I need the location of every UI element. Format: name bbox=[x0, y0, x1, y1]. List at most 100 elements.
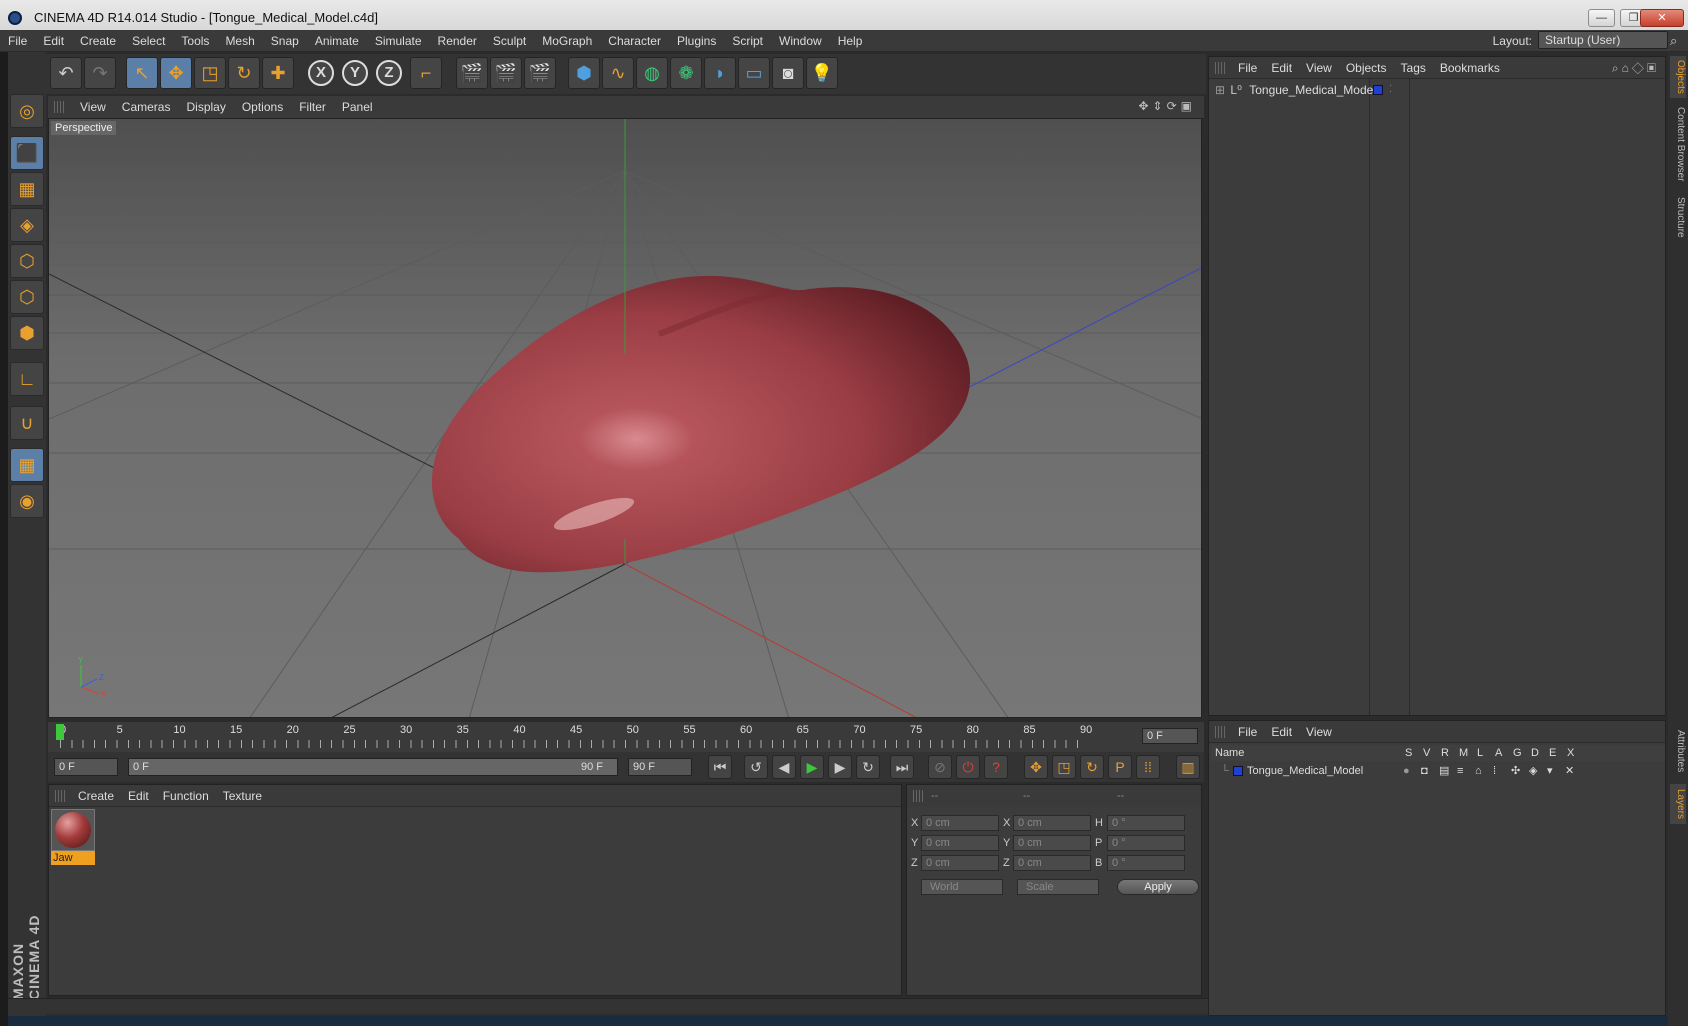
material-swatch[interactable]: Jaw bbox=[51, 809, 95, 865]
key-scale-icon[interactable]: ◳ bbox=[1052, 755, 1076, 779]
layer-menu-file[interactable]: File bbox=[1231, 721, 1264, 743]
coordinate-system-icon[interactable]: ⌐ bbox=[410, 57, 442, 89]
autokey-icon[interactable]: ⏻ bbox=[956, 755, 980, 779]
texture-mode-icon[interactable]: ▦ bbox=[10, 172, 44, 206]
keyframe-selection-icon[interactable]: ? bbox=[984, 755, 1008, 779]
playhead-marker[interactable] bbox=[56, 724, 64, 740]
redo-icon[interactable]: ↷ bbox=[84, 57, 116, 89]
visibility-dots-icon[interactable]: ⁚ bbox=[1389, 81, 1392, 99]
minimize-button[interactable]: — bbox=[1588, 9, 1615, 27]
generator-toggle-icon[interactable]: ✣ bbox=[1511, 763, 1520, 779]
viewport-nav-icons[interactable]: ✥⇕⟳▣ bbox=[1138, 99, 1196, 113]
layout-dropdown[interactable]: Startup (User) bbox=[1538, 31, 1668, 49]
menu-animate[interactable]: Animate bbox=[307, 30, 367, 52]
camera-icon[interactable]: ◙ bbox=[772, 57, 804, 89]
deformer-icon[interactable]: ◗ bbox=[704, 57, 736, 89]
scale-tool-icon[interactable]: ◳ bbox=[194, 57, 226, 89]
layer-color-swatch[interactable] bbox=[1233, 766, 1243, 776]
move-tool-icon[interactable]: ✥ bbox=[160, 57, 192, 89]
viewport-menu-view[interactable]: View bbox=[72, 96, 114, 118]
size-y-field[interactable]: 0 cm bbox=[1013, 835, 1091, 851]
rotation-p-field[interactable]: 0 ° bbox=[1107, 835, 1185, 851]
3d-viewport[interactable]: Y X Z Perspective bbox=[48, 118, 1202, 718]
tab-content-browser[interactable]: Content Browser bbox=[1670, 104, 1686, 184]
previous-key-icon[interactable]: ↺ bbox=[744, 755, 768, 779]
array-icon[interactable]: ❁ bbox=[670, 57, 702, 89]
magnet-icon[interactable]: ∪ bbox=[10, 406, 44, 440]
animation-toggle-icon[interactable]: ⁞ bbox=[1493, 763, 1496, 779]
material-menu-edit[interactable]: Edit bbox=[121, 785, 156, 807]
menu-mograph[interactable]: MoGraph bbox=[534, 30, 600, 52]
expression-toggle-icon[interactable]: ▾ bbox=[1547, 763, 1553, 779]
play-icon[interactable]: ▶ bbox=[800, 755, 824, 779]
viewport-menu-display[interactable]: Display bbox=[178, 96, 233, 118]
rotation-h-field[interactable]: 0 ° bbox=[1107, 815, 1185, 831]
start-frame-field[interactable]: 0 F bbox=[54, 758, 118, 776]
close-button[interactable]: ✕ bbox=[1640, 9, 1684, 27]
position-y-field[interactable]: 0 cm bbox=[921, 835, 999, 851]
current-frame-field[interactable]: 0 F bbox=[1142, 728, 1198, 744]
layer-color-swatch[interactable] bbox=[1373, 85, 1383, 95]
menu-select[interactable]: Select bbox=[124, 30, 173, 52]
menu-tools[interactable]: Tools bbox=[173, 30, 217, 52]
view-toggle-icon[interactable]: ◘ bbox=[1421, 763, 1428, 779]
tab-structure[interactable]: Structure bbox=[1670, 192, 1686, 242]
polygons-mode-icon[interactable]: ⬢ bbox=[10, 316, 44, 350]
object-name[interactable]: Tongue_Medical_Model bbox=[1249, 83, 1376, 97]
next-key-icon[interactable]: ↻ bbox=[856, 755, 880, 779]
timeline-window-icon[interactable]: ▥ bbox=[1176, 755, 1200, 779]
solo-toggle-icon[interactable]: ● bbox=[1403, 763, 1410, 779]
model-mode-icon[interactable]: ⬛ bbox=[10, 136, 44, 170]
menu-file[interactable]: File bbox=[0, 30, 35, 52]
layer-name[interactable]: Tongue_Medical_Model bbox=[1247, 763, 1363, 779]
timeline-ruler[interactable]: 051015202530354045505560657075808590 bbox=[56, 724, 1130, 750]
xref-toggle-icon[interactable]: ✕ bbox=[1565, 763, 1574, 779]
frame-range-slider[interactable]: 0 F 90 F bbox=[128, 758, 618, 776]
layer-menu-edit[interactable]: Edit bbox=[1264, 721, 1299, 743]
select-tool-icon[interactable]: ↖ bbox=[126, 57, 158, 89]
go-to-end-icon[interactable]: ⏭ bbox=[890, 755, 914, 779]
undo-icon[interactable]: ↶ bbox=[50, 57, 82, 89]
previous-frame-icon[interactable]: ◀ bbox=[772, 755, 796, 779]
menu-sculpt[interactable]: Sculpt bbox=[485, 30, 534, 52]
y-axis-lock-icon[interactable]: Y bbox=[342, 60, 368, 86]
render-settings-icon[interactable]: 🎬 bbox=[524, 57, 556, 89]
nurbs-icon[interactable]: ◍ bbox=[636, 57, 668, 89]
position-x-field[interactable]: 0 cm bbox=[921, 815, 999, 831]
object-manager-tools[interactable]: ⌕⌂◇▣ bbox=[1612, 61, 1659, 76]
go-to-start-icon[interactable]: ⏮ bbox=[708, 755, 732, 779]
next-frame-icon[interactable]: ▶ bbox=[828, 755, 852, 779]
material-menu-function[interactable]: Function bbox=[156, 785, 216, 807]
menu-create[interactable]: Create bbox=[72, 30, 124, 52]
tab-layers[interactable]: Layers bbox=[1670, 784, 1686, 824]
size-z-field[interactable]: 0 cm bbox=[1013, 855, 1091, 871]
render-view-icon[interactable]: 🎬 bbox=[456, 57, 488, 89]
workplane-icon[interactable]: ◈ bbox=[10, 208, 44, 242]
key-rotation-icon[interactable]: ↻ bbox=[1080, 755, 1104, 779]
layer-row[interactable]: └ Tongue_Medical_Model ● ◘ ▤ ≡ ⌂ ⁞ ✣ ◈ ▾… bbox=[1211, 763, 1665, 779]
object-menu-objects[interactable]: Objects bbox=[1339, 57, 1394, 79]
timeline[interactable]: 051015202530354045505560657075808590 0 F bbox=[48, 722, 1204, 752]
menu-edit[interactable]: Edit bbox=[35, 30, 72, 52]
menu-script[interactable]: Script bbox=[724, 30, 771, 52]
object-menu-tags[interactable]: Tags bbox=[1394, 57, 1433, 79]
render-toggle-icon[interactable]: ▤ bbox=[1439, 763, 1449, 779]
viewport-menu-filter[interactable]: Filter bbox=[291, 96, 334, 118]
viewport-menu-panel[interactable]: Panel bbox=[334, 96, 381, 118]
rotate-tool-icon[interactable]: ↻ bbox=[228, 57, 260, 89]
key-parameter-icon[interactable]: P bbox=[1108, 755, 1132, 779]
menu-character[interactable]: Character bbox=[600, 30, 669, 52]
material-menu-texture[interactable]: Texture bbox=[216, 785, 269, 807]
position-z-field[interactable]: 0 cm bbox=[921, 855, 999, 871]
record-disabled-icon[interactable]: ⊘ bbox=[928, 755, 952, 779]
expand-icon[interactable]: ⊞ bbox=[1215, 83, 1225, 97]
menu-window[interactable]: Window bbox=[771, 30, 830, 52]
menu-help[interactable]: Help bbox=[830, 30, 871, 52]
scale-dropdown[interactable]: Scale bbox=[1017, 879, 1099, 895]
menu-simulate[interactable]: Simulate bbox=[367, 30, 430, 52]
spline-icon[interactable]: ∿ bbox=[602, 57, 634, 89]
light-icon[interactable]: 💡 bbox=[806, 57, 838, 89]
material-menu-create[interactable]: Create bbox=[71, 785, 121, 807]
deformer-toggle-icon[interactable]: ◈ bbox=[1529, 763, 1537, 779]
menu-plugins[interactable]: Plugins bbox=[669, 30, 724, 52]
